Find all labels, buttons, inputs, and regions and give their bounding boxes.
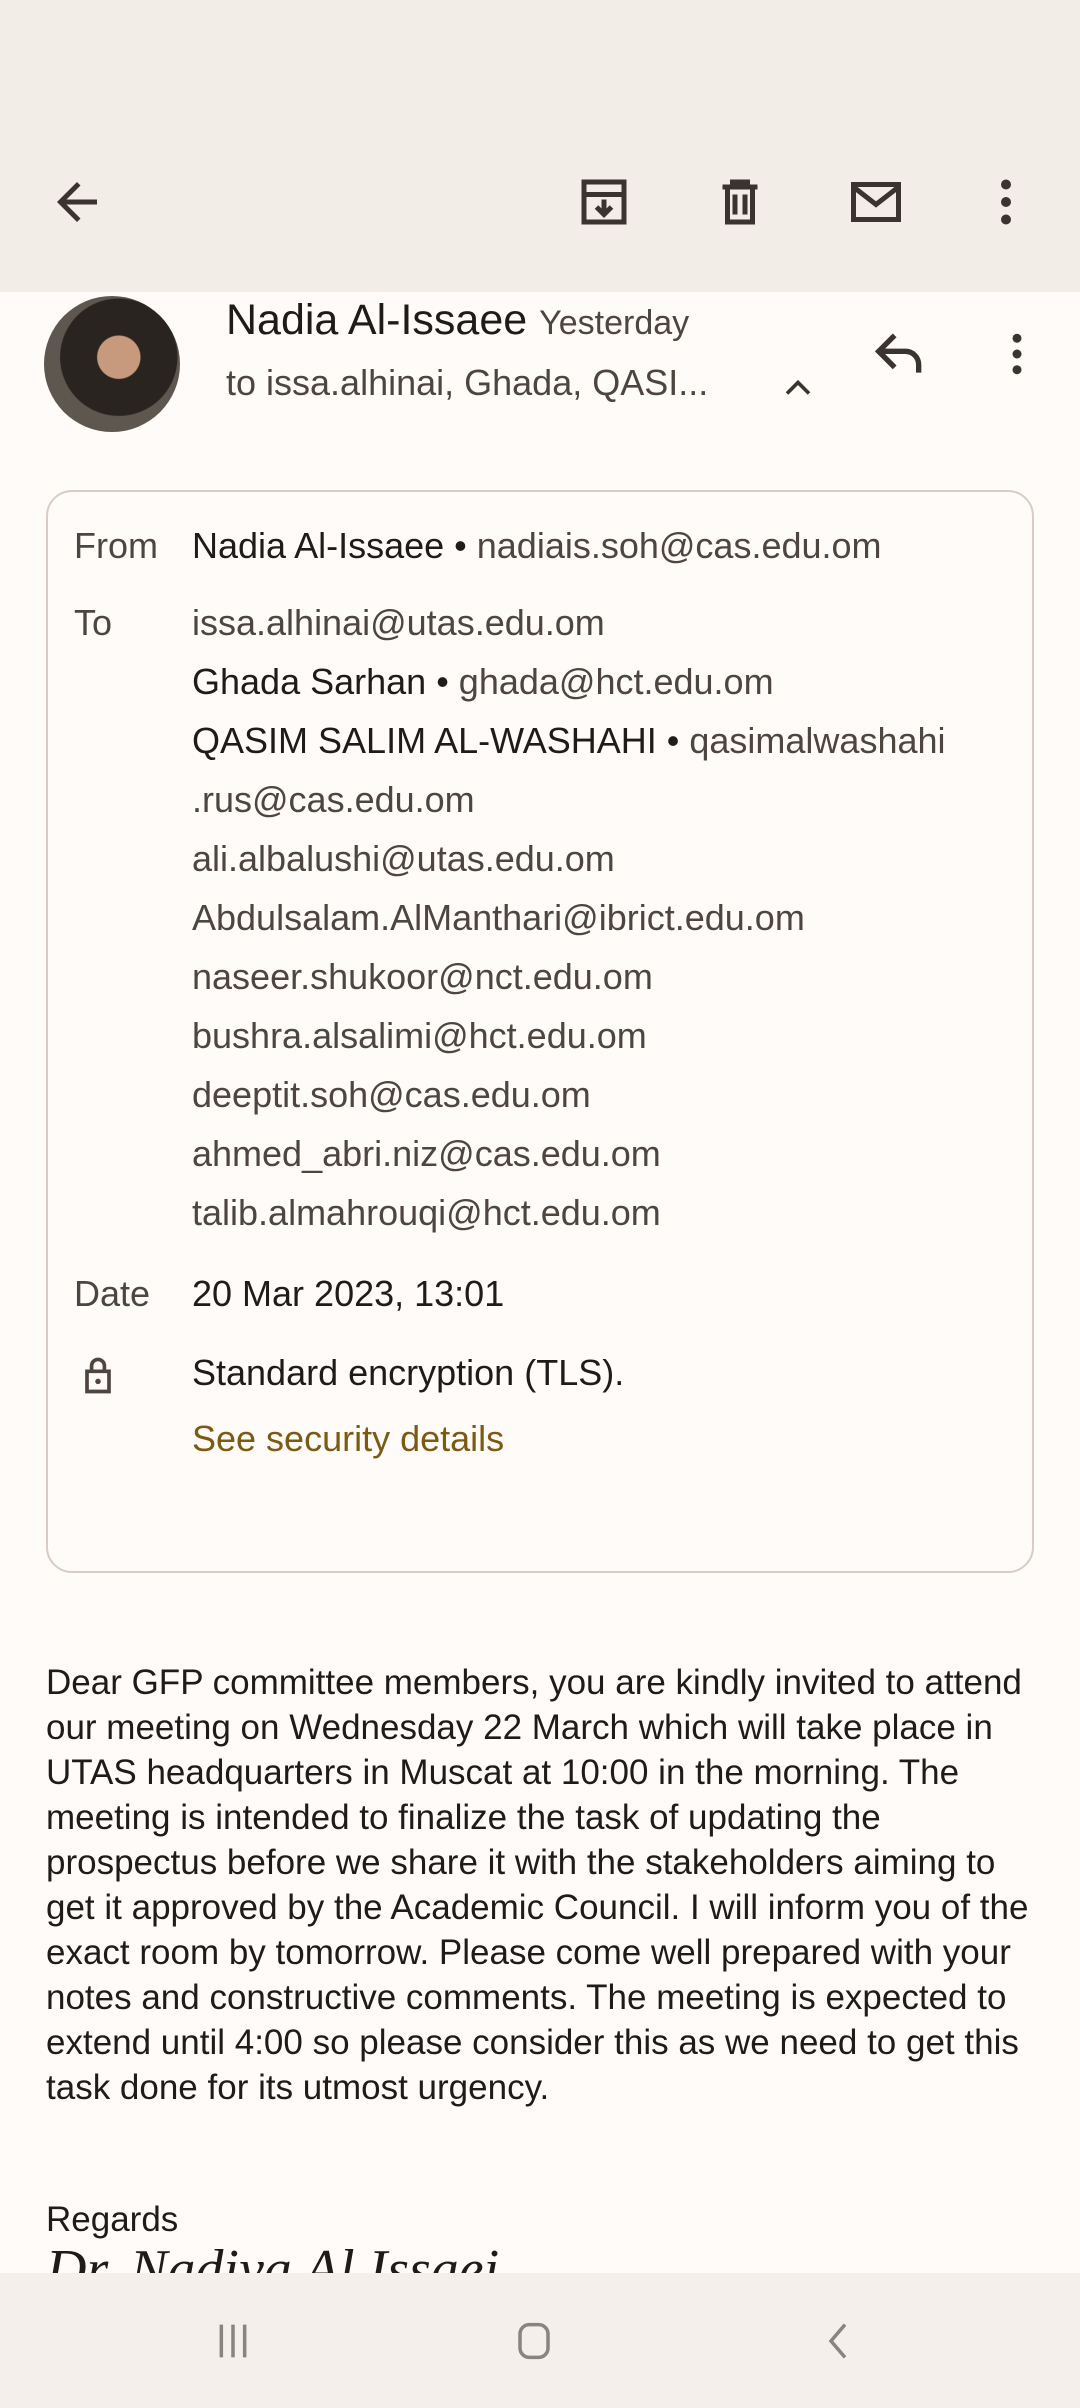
message-body: Dear GFP committee members, you are kind… (46, 1663, 1029, 2107)
recipient-email: .rus@cas.edu.om (192, 779, 475, 820)
recipient-email: qasimalwashahi (689, 720, 946, 761)
from-email: nadiais.soh@cas.edu.om (476, 525, 882, 566)
encryption-text: Standard encryption (TLS). (192, 1352, 625, 1393)
recipient-email: ahmed_abri.niz@cas.edu.om (192, 1133, 661, 1174)
message-time: Yesterday (539, 304, 690, 342)
to-recipient[interactable]: Ghada Sarhan • ghada@hct.edu.om (192, 661, 774, 703)
more-vert-icon[interactable] (974, 170, 1038, 234)
from-name: Nadia Al-Issaee (192, 525, 445, 566)
recipient-email: talib.almahrouqi@hct.edu.om (192, 1192, 661, 1233)
reply-icon[interactable] (868, 322, 932, 386)
chevron-up-icon[interactable] (776, 366, 820, 410)
to-recipient[interactable]: ali.albalushi@utas.edu.om (192, 838, 615, 880)
nav-back-icon[interactable] (810, 2313, 866, 2369)
recipient-email: deeptit.soh@cas.edu.om (192, 1074, 591, 1115)
delete-icon[interactable] (708, 170, 772, 234)
to-recipient[interactable]: issa.alhinai@utas.edu.om (192, 602, 605, 644)
recipient-name: Ghada Sarhan (192, 661, 427, 702)
recipient-name: QASIM SALIM AL-WASHAHI (192, 720, 657, 761)
from-value: Nadia Al-Issaee • nadiais.soh@cas.edu.om (192, 525, 882, 566)
to-recipient[interactable]: .rus@cas.edu.om (192, 779, 475, 821)
security-details-link[interactable]: See security details (192, 1418, 504, 1460)
recipient-email: issa.alhinai@utas.edu.om (192, 602, 605, 643)
recipients-summary[interactable]: to issa.alhinai, Ghada, QASI... (226, 362, 708, 404)
to-recipient[interactable]: bushra.alsalimi@hct.edu.om (192, 1015, 647, 1057)
to-recipient[interactable]: talib.almahrouqi@hct.edu.om (192, 1192, 661, 1234)
home-icon[interactable] (506, 2313, 562, 2369)
back-icon[interactable] (45, 170, 109, 234)
to-recipient[interactable]: deeptit.soh@cas.edu.om (192, 1074, 591, 1116)
recipient-email: Abdulsalam.AlManthari@ibrict.edu.om (192, 897, 805, 938)
date-value: 20 Mar 2023, 13:01 (192, 1273, 505, 1314)
recipient-email: ghada@hct.edu.om (458, 661, 774, 702)
top-app-bar (0, 0, 1080, 292)
recent-apps-icon[interactable] (205, 2313, 261, 2369)
lock-icon (85, 1357, 111, 1394)
sender-name: Nadia Al-Issaee (226, 296, 528, 344)
recipient-email: ali.albalushi@utas.edu.om (192, 838, 615, 879)
regards-text: Regards (46, 2200, 179, 2239)
to-label: To (74, 602, 113, 643)
archive-icon[interactable] (572, 170, 636, 234)
sender-header: Nadia Al-Issaee Yesterday (226, 296, 689, 345)
to-recipient[interactable]: ahmed_abri.niz@cas.edu.om (192, 1133, 661, 1175)
message-more-icon[interactable] (990, 322, 1044, 386)
mail-icon[interactable] (844, 170, 908, 234)
to-recipient[interactable]: QASIM SALIM AL-WASHAHI • qasimalwashahi (192, 720, 946, 762)
from-label: From (74, 525, 158, 566)
to-recipient[interactable]: naseer.shukoor@nct.edu.om (192, 956, 653, 998)
system-nav-bar (0, 2273, 1080, 2408)
date-label: Date (74, 1273, 151, 1314)
recipient-email: bushra.alsalimi@hct.edu.om (192, 1015, 647, 1056)
avatar[interactable] (44, 296, 180, 432)
to-recipient[interactable]: Abdulsalam.AlManthari@ibrict.edu.om (192, 897, 805, 939)
recipient-email: naseer.shukoor@nct.edu.om (192, 956, 653, 997)
